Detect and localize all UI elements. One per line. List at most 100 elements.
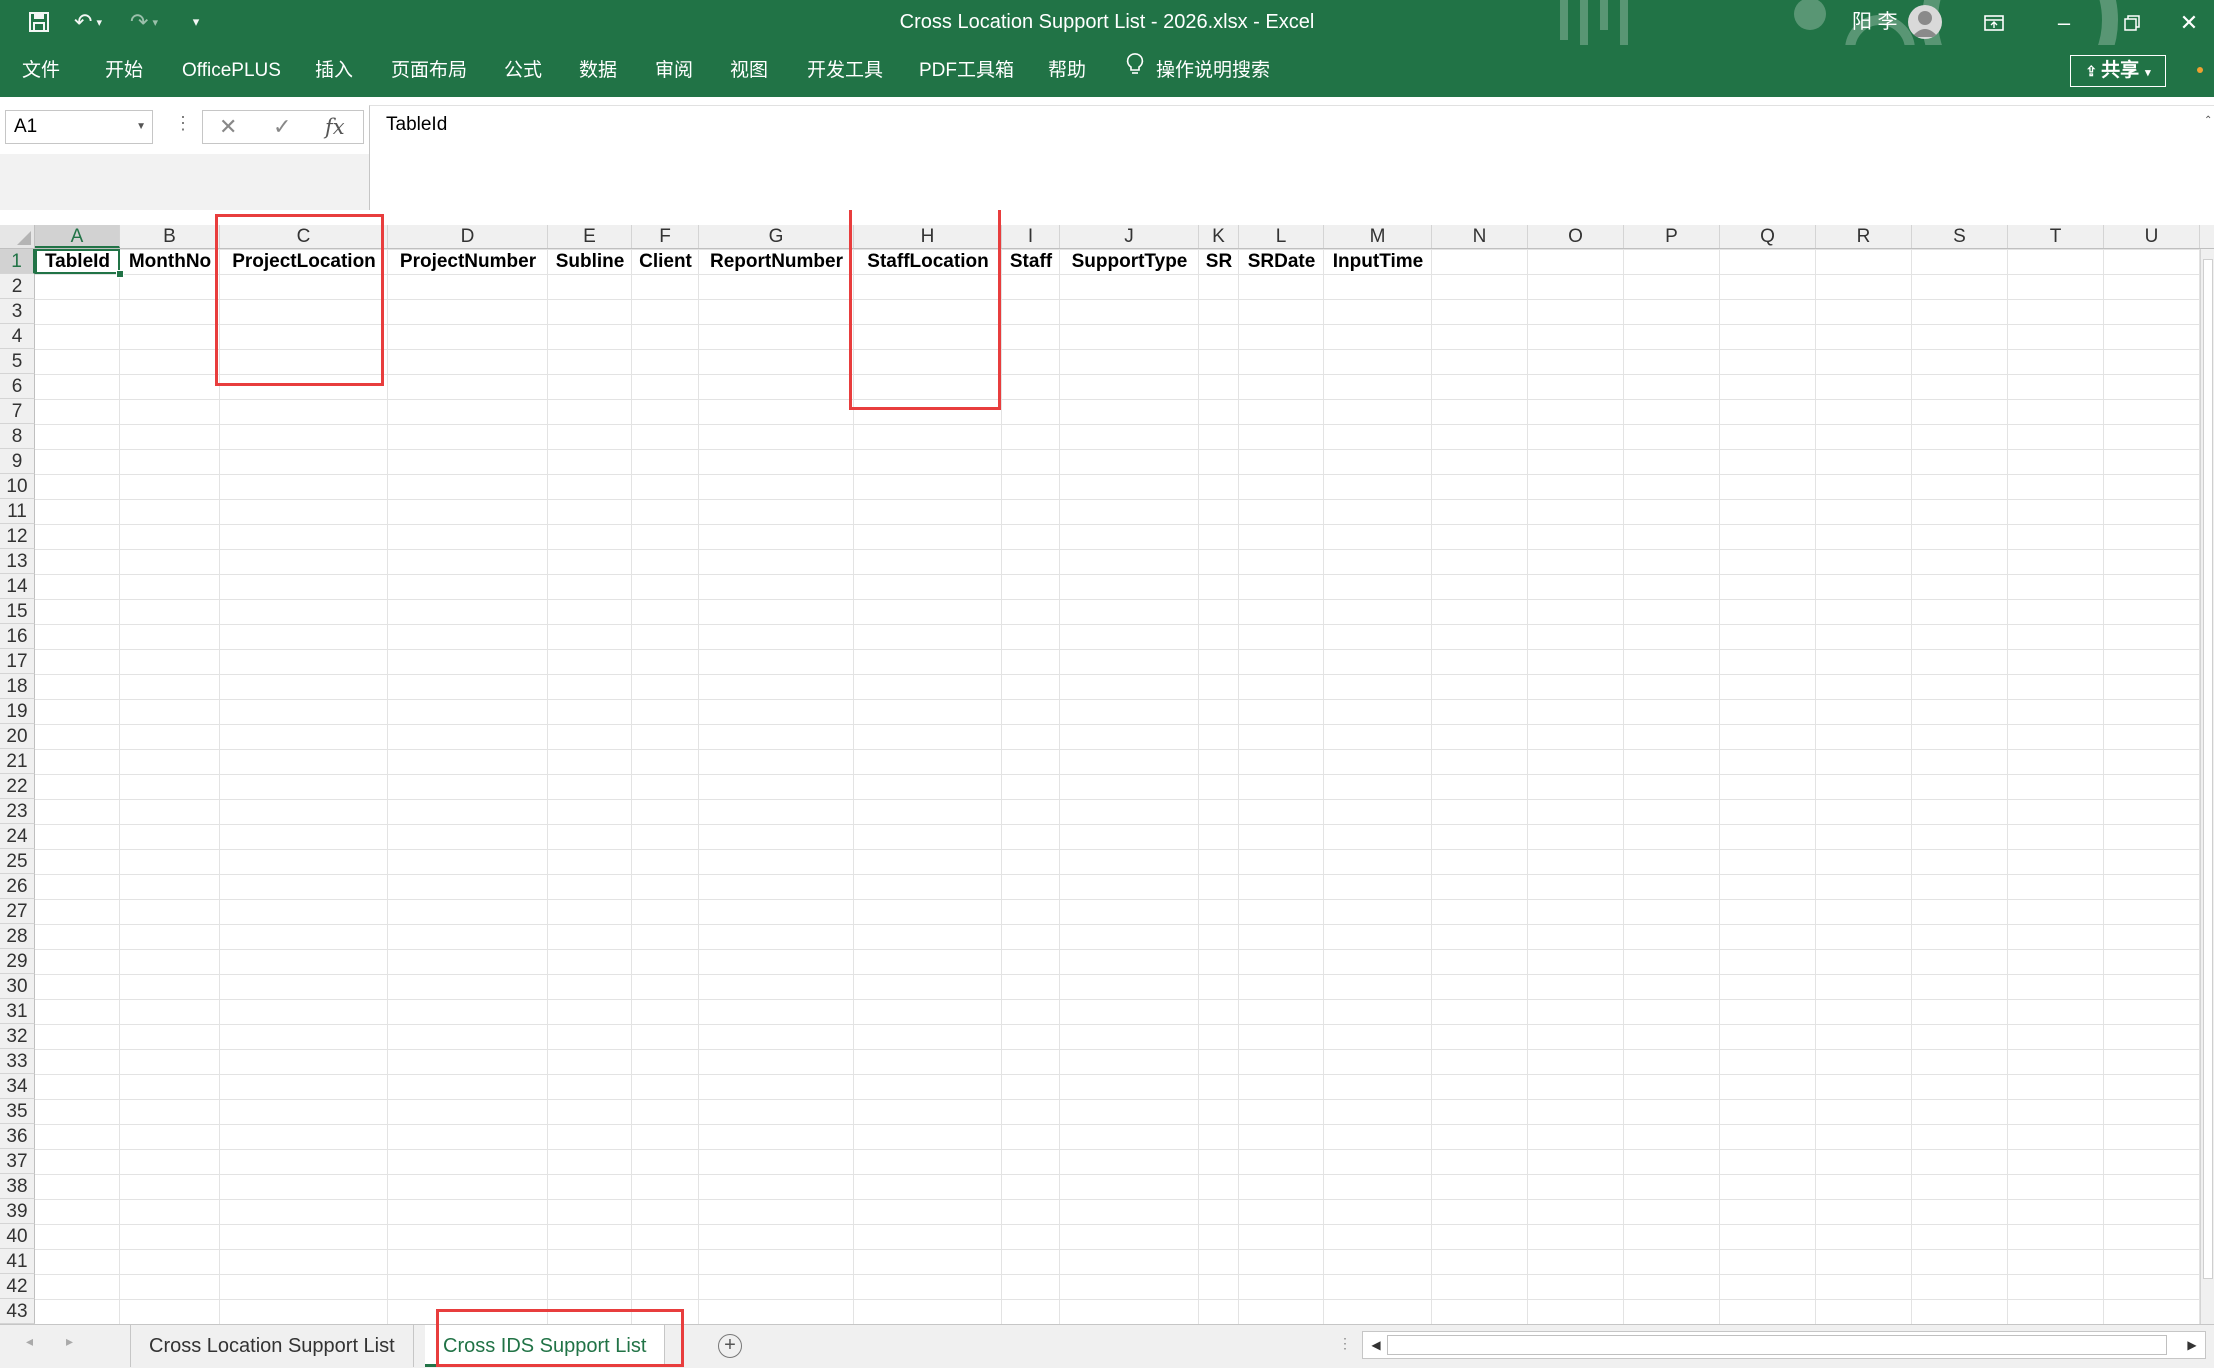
column-header-j[interactable]: J — [1060, 225, 1199, 248]
name-box[interactable]: A1 ▼ — [5, 110, 153, 144]
row-header-25[interactable]: 25 — [0, 849, 35, 874]
enter-icon[interactable]: ✓ — [273, 111, 291, 143]
header-cell-k[interactable]: SR — [1199, 249, 1239, 274]
column-header-t[interactable]: T — [2008, 225, 2104, 248]
row-header-26[interactable]: 26 — [0, 874, 35, 899]
column-header-l[interactable]: L — [1239, 225, 1324, 248]
add-sheet-icon[interactable]: + — [718, 1334, 742, 1358]
column-header-m[interactable]: M — [1324, 225, 1432, 248]
tab-home[interactable]: 开始 — [105, 45, 143, 97]
row-header-43[interactable]: 43 — [0, 1299, 35, 1324]
insert-function-icon[interactable]: fx — [325, 111, 345, 143]
scroll-right-icon[interactable]: ▶ — [2181, 1334, 2203, 1356]
row-header-6[interactable]: 6 — [0, 374, 35, 399]
header-cell-g[interactable]: ReportNumber — [699, 249, 854, 274]
column-header-n[interactable]: N — [1432, 225, 1528, 248]
row-header-13[interactable]: 13 — [0, 549, 35, 574]
tab-insert[interactable]: 插入 — [315, 45, 353, 97]
row-header-21[interactable]: 21 — [0, 749, 35, 774]
close-icon[interactable]: ✕ — [2164, 0, 2214, 45]
tell-me-search[interactable]: 操作说明搜索 — [1126, 45, 1270, 97]
column-header-b[interactable]: B — [120, 225, 220, 248]
row-header-11[interactable]: 11 — [0, 499, 35, 524]
column-header-u[interactable]: U — [2104, 225, 2200, 248]
row-header-33[interactable]: 33 — [0, 1049, 35, 1074]
row-header-31[interactable]: 31 — [0, 999, 35, 1024]
formula-input[interactable]: TableId — [369, 105, 2214, 210]
row-header-42[interactable]: 42 — [0, 1274, 35, 1299]
tab-formulas[interactable]: 公式 — [504, 45, 542, 97]
row-header-14[interactable]: 14 — [0, 574, 35, 599]
row-header-10[interactable]: 10 — [0, 474, 35, 499]
column-header-d[interactable]: D — [388, 225, 548, 248]
column-header-f[interactable]: F — [632, 225, 699, 248]
header-cell-i[interactable]: Staff — [1002, 249, 1060, 274]
row-header-27[interactable]: 27 — [0, 899, 35, 924]
row-header-5[interactable]: 5 — [0, 349, 35, 374]
tab-data[interactable]: 数据 — [579, 45, 617, 97]
row-header-39[interactable]: 39 — [0, 1199, 35, 1224]
resize-handle-icon[interactable]: ⋮ — [174, 113, 192, 134]
tab-help[interactable]: 帮助 — [1048, 45, 1086, 97]
ribbon-display-options-icon[interactable] — [1964, 0, 2024, 45]
row-header-9[interactable]: 9 — [0, 449, 35, 474]
row-header-40[interactable]: 40 — [0, 1224, 35, 1249]
fill-handle[interactable] — [116, 270, 124, 278]
row-header-34[interactable]: 34 — [0, 1074, 35, 1099]
header-cell-j[interactable]: SupportType — [1060, 249, 1199, 274]
row-header-24[interactable]: 24 — [0, 824, 35, 849]
column-header-e[interactable]: E — [548, 225, 632, 248]
tab-officeplus[interactable]: OfficePLUS — [182, 45, 281, 97]
row-header-22[interactable]: 22 — [0, 774, 35, 799]
tab-developer[interactable]: 开发工具 — [807, 45, 883, 97]
tab-file[interactable]: 文件 — [22, 45, 60, 97]
row-header-4[interactable]: 4 — [0, 324, 35, 349]
column-header-g[interactable]: G — [699, 225, 854, 248]
restore-icon[interactable] — [2102, 0, 2162, 45]
column-header-o[interactable]: O — [1528, 225, 1624, 248]
row-header-2[interactable]: 2 — [0, 274, 35, 299]
minimize-icon[interactable]: – — [2034, 0, 2094, 45]
row-header-19[interactable]: 19 — [0, 699, 35, 724]
expand-formula-bar-icon[interactable]: ⌃ — [2204, 115, 2212, 126]
tab-review[interactable]: 审阅 — [655, 45, 693, 97]
row-header-35[interactable]: 35 — [0, 1099, 35, 1124]
vertical-scrollbar[interactable] — [2200, 249, 2214, 1324]
previous-sheet-icon[interactable]: ◂ — [26, 1333, 33, 1350]
horizontal-scrollbar[interactable]: ◀ ▶ — [1362, 1331, 2206, 1359]
header-cell-l[interactable]: SRDate — [1239, 249, 1324, 274]
next-sheet-icon[interactable]: ▸ — [66, 1333, 73, 1350]
tab-view[interactable]: 视图 — [730, 45, 768, 97]
row-header-18[interactable]: 18 — [0, 674, 35, 699]
column-header-r[interactable]: R — [1816, 225, 1912, 248]
row-header-32[interactable]: 32 — [0, 1024, 35, 1049]
row-header-28[interactable]: 28 — [0, 924, 35, 949]
column-header-a[interactable]: A — [35, 225, 120, 248]
row-header-30[interactable]: 30 — [0, 974, 35, 999]
header-cell-b[interactable]: MonthNo — [120, 249, 220, 274]
cell-area[interactable]: TableId MonthNo ProjectLocation ProjectNumb… — [35, 249, 2214, 1324]
column-header-q[interactable]: Q — [1720, 225, 1816, 248]
row-header-20[interactable]: 20 — [0, 724, 35, 749]
row-header-29[interactable]: 29 — [0, 949, 35, 974]
cancel-icon[interactable]: ✕ — [219, 111, 237, 143]
header-cell-d[interactable]: ProjectNumber — [388, 249, 548, 274]
row-header-23[interactable]: 23 — [0, 799, 35, 824]
user-avatar-icon[interactable] — [1908, 5, 1942, 39]
header-cell-m[interactable]: InputTime — [1324, 249, 1432, 274]
column-header-p[interactable]: P — [1624, 225, 1720, 248]
chevron-down-icon[interactable]: ▼ — [136, 111, 146, 143]
header-cell-e[interactable]: Subline — [548, 249, 632, 274]
row-header-15[interactable]: 15 — [0, 599, 35, 624]
header-cell-f[interactable]: Client — [632, 249, 699, 274]
row-header-37[interactable]: 37 — [0, 1149, 35, 1174]
column-header-i[interactable]: I — [1002, 225, 1060, 248]
column-header-k[interactable]: K — [1199, 225, 1239, 248]
share-button[interactable]: ⇪ 共享 ▾ — [2070, 55, 2166, 87]
horizontal-scrollbar-thumb[interactable] — [1387, 1335, 2167, 1355]
user-name[interactable]: 阳 李 — [1852, 0, 1898, 45]
row-header-17[interactable]: 17 — [0, 649, 35, 674]
row-header-3[interactable]: 3 — [0, 299, 35, 324]
select-all-button[interactable] — [0, 225, 35, 249]
vertical-scrollbar-thumb[interactable] — [2203, 259, 2213, 1279]
